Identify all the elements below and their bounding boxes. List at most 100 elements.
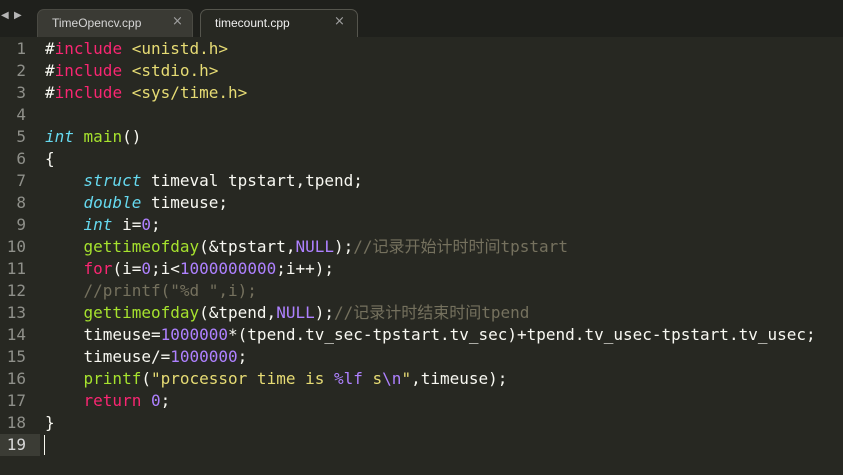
code-token: double bbox=[83, 193, 142, 212]
code-token: gettimeofday bbox=[83, 303, 200, 322]
line-number: 13 bbox=[6, 303, 26, 322]
code-token: i= bbox=[112, 215, 142, 234]
tab-timeopencv[interactable]: TimeOpencv.cpp × bbox=[37, 9, 193, 37]
line-number: 16 bbox=[6, 369, 26, 388]
code-token: 0 bbox=[141, 259, 151, 278]
code-line[interactable]: 6{ bbox=[0, 148, 843, 170]
code-token: s bbox=[362, 369, 383, 388]
line-number: 6 bbox=[16, 149, 26, 168]
code-line[interactable]: 4 bbox=[0, 104, 843, 126]
close-icon[interactable]: × bbox=[334, 14, 345, 29]
code-token: //记录计时结束时间tpend bbox=[333, 303, 530, 322]
line-number: 8 bbox=[16, 193, 26, 212]
code-token: //printf("%d ",i); bbox=[83, 281, 257, 300]
code-line[interactable]: 1 #include <unistd.h> bbox=[0, 38, 843, 60]
line-number: 12 bbox=[6, 281, 26, 300]
code-token: timeuse/= bbox=[45, 347, 171, 366]
code-line[interactable]: 19 bbox=[0, 434, 843, 456]
code-line[interactable]: 5 int main() bbox=[0, 126, 843, 148]
code-token: # bbox=[45, 83, 55, 102]
code-token: ; bbox=[160, 391, 171, 410]
code-text: #include <stdio.h> bbox=[45, 60, 218, 82]
code-token: 0 bbox=[141, 215, 151, 234]
code-text: #include <sys/time.h> bbox=[45, 82, 247, 104]
code-token: <unistd.h> bbox=[131, 39, 229, 58]
code-token: ( bbox=[141, 369, 151, 388]
code-line[interactable]: 16 printf("processor time is %lf s\n",ti… bbox=[0, 368, 843, 390]
code-text: printf("processor time is %lf s\n",timeu… bbox=[45, 368, 508, 390]
code-token: for bbox=[83, 259, 113, 278]
code-token: \n bbox=[382, 369, 402, 388]
code-line[interactable]: 18} bbox=[0, 412, 843, 434]
code-line[interactable]: 10 gettimeofday(&tpstart,NULL);//记录开始计时时… bbox=[0, 236, 843, 258]
code-token: return bbox=[83, 391, 142, 410]
code-token: { bbox=[45, 149, 55, 168]
line-number: 10 bbox=[6, 237, 26, 256]
code-token: (&tpstart, bbox=[199, 237, 296, 256]
code-token: gettimeofday bbox=[83, 237, 200, 256]
code-token: struct bbox=[83, 171, 142, 190]
line-number: 14 bbox=[6, 325, 26, 344]
code-line[interactable]: 2 #include <stdio.h> bbox=[0, 60, 843, 82]
code-token: ;i++); bbox=[276, 259, 335, 278]
code-text: gettimeofday(&tpend,NULL);//记录计时结束时间tpen… bbox=[45, 302, 530, 324]
code-token: ); bbox=[333, 237, 354, 256]
code-line[interactable]: 7 struct timeval tpstart,tpend; bbox=[0, 170, 843, 192]
line-number: 19 bbox=[6, 435, 26, 454]
line-number: 17 bbox=[6, 391, 26, 410]
code-token: NULL bbox=[295, 237, 334, 256]
code-token: ; bbox=[237, 347, 248, 366]
code-editor[interactable]: 1 #include <unistd.h> 2 #include <stdio.h> 3… bbox=[0, 37, 843, 475]
code-token: (&tpend, bbox=[199, 303, 277, 322]
code-token: () bbox=[122, 127, 142, 146]
code-text: } bbox=[45, 412, 55, 434]
close-icon[interactable]: × bbox=[172, 14, 183, 29]
code-line[interactable]: 15 timeuse/=1000000; bbox=[0, 346, 843, 368]
tab-label: timecount.cpp bbox=[215, 16, 290, 30]
code-token: <sys/time.h> bbox=[131, 83, 248, 102]
code-text: { bbox=[45, 148, 55, 170]
code-line[interactable]: 9 int i=0; bbox=[0, 214, 843, 236]
line-number: 18 bbox=[6, 413, 26, 432]
code-text: int i=0; bbox=[45, 214, 161, 236]
code-line[interactable]: 13 gettimeofday(&tpend,NULL);//记录计时结束时间t… bbox=[0, 302, 843, 324]
code-token: main bbox=[83, 127, 123, 146]
code-line[interactable]: 12 //printf("%d ",i); bbox=[0, 280, 843, 302]
code-text: timeuse/=1000000; bbox=[45, 346, 248, 368]
code-token: printf bbox=[83, 369, 142, 388]
line-number: 3 bbox=[16, 83, 26, 102]
code-token: 1000000 bbox=[160, 325, 229, 344]
code-line[interactable]: 17 return 0; bbox=[0, 390, 843, 412]
scroll-tabs-left-icon[interactable]: ◀ bbox=[1, 10, 9, 21]
line-number: 1 bbox=[16, 39, 26, 58]
scroll-tabs-right-icon[interactable]: ▶ bbox=[14, 10, 22, 21]
code-token: ,timeuse); bbox=[411, 369, 508, 388]
code-token: int bbox=[83, 215, 113, 234]
code-token: *(tpend.tv_sec-tpstart.tv_sec)+tpend.tv_… bbox=[228, 325, 816, 344]
code-line[interactable]: 14 timeuse=1000000*(tpend.tv_sec-tpstart… bbox=[0, 324, 843, 346]
code-token: # bbox=[45, 61, 55, 80]
tab-label: TimeOpencv.cpp bbox=[52, 16, 142, 30]
code-token: include bbox=[54, 83, 123, 102]
code-text: int main() bbox=[45, 126, 141, 148]
code-token: include bbox=[54, 39, 123, 58]
line-number: 7 bbox=[16, 171, 26, 190]
code-line[interactable]: 11 for(i=0;i<1000000000;i++); bbox=[0, 258, 843, 280]
text-cursor bbox=[44, 435, 45, 455]
code-token: timeval tpstart,tpend; bbox=[141, 171, 363, 190]
code-line[interactable]: 8 double timeuse; bbox=[0, 192, 843, 214]
tab-bar: ◀ ▶ TimeOpencv.cpp × timecount.cpp × bbox=[0, 0, 843, 37]
code-token: timeuse= bbox=[45, 325, 161, 344]
code-token: "processor time is bbox=[150, 369, 334, 388]
code-text: //printf("%d ",i); bbox=[45, 280, 257, 302]
code-line[interactable]: 3 #include <sys/time.h> bbox=[0, 82, 843, 104]
tab-timecount[interactable]: timecount.cpp × bbox=[200, 9, 358, 37]
